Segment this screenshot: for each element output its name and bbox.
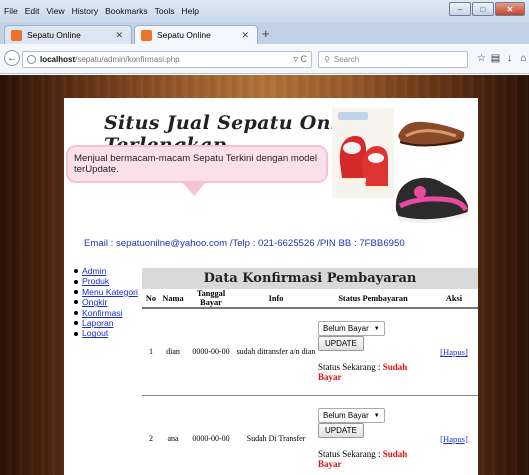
cell-tanggal: 0000-00-00 (186, 308, 236, 396)
column-header-tanggal: Tanggal Bayar (186, 289, 236, 309)
delete-link[interactable]: [Hapus] (440, 347, 468, 357)
cell-nama: dian (160, 308, 186, 396)
tab-sepatu-online-1[interactable]: Sepatu Online ✕ (4, 25, 132, 44)
table-row: 2 ana 0000-00-00 Sudah Di Transfer Belum… (142, 395, 478, 475)
update-button[interactable]: UPDATE (318, 336, 364, 352)
sidebar-item-menu-kategori[interactable]: Menu Kategori (74, 287, 138, 297)
page-container: Situs Jual Sepatu Online Terlengkap Menj… (64, 98, 478, 475)
window-controls: – □ ✕ (448, 2, 525, 16)
toolbar-icons: ☆ ▤ ↓ ⌂ ◉ ≡ (475, 53, 529, 64)
confirmation-table: No Nama Tanggal Bayar Info Status Pembay… (142, 289, 478, 475)
back-arrow-icon[interactable]: ← (4, 50, 20, 66)
sidebar-item-konfirmasi[interactable]: Konfirmasi (74, 308, 138, 318)
search-icon: ⚲ (324, 55, 330, 64)
sidebar-link[interactable]: Ongkir (82, 297, 107, 307)
sidebar-item-ongkir[interactable]: Ongkir (74, 297, 138, 307)
delete-link[interactable]: [Hapus] (440, 434, 468, 444)
tagline-banner: Menjual bermacam-macam Sepatu Terkini de… (66, 145, 328, 183)
cell-info: sudah ditransfer a/n dian (236, 308, 316, 396)
status-select[interactable]: Belum Bayar ▼ (318, 321, 385, 337)
pink-sneaker-image (395, 177, 469, 224)
sidebar-link[interactable]: Konfirmasi (82, 308, 123, 318)
menu-file[interactable]: File (4, 6, 18, 16)
maximize-button[interactable]: □ (472, 2, 494, 16)
minimize-button[interactable]: – (449, 2, 471, 16)
sidebar-link[interactable]: Menu Kategori (82, 287, 138, 297)
current-status: Status Sekarang : Sudah Bayar (316, 449, 430, 469)
navigation-bar: ← localhost /sepatu/admin/konfirmasi.php… (0, 44, 529, 74)
cell-no: 1 (142, 308, 160, 396)
menu-bookmarks[interactable]: Bookmarks (105, 6, 148, 16)
cell-nama: ana (160, 395, 186, 475)
url-path: /sepatu/admin/konfirmasi.php (75, 55, 180, 64)
download-icon[interactable]: ↓ (503, 53, 516, 64)
search-input[interactable]: ⚲ Search (318, 51, 468, 68)
menu-view[interactable]: View (46, 6, 64, 16)
status-select-value: Belum Bayar (323, 324, 369, 334)
menu-bar: File Edit View History Bookmarks Tools H… (0, 0, 529, 22)
tab-sepatu-online-2[interactable]: Sepatu Online ✕ (134, 25, 258, 44)
current-status-label: Status Sekarang : (318, 449, 381, 459)
tab-strip: Sepatu Online ✕ Sepatu Online ✕ + (0, 22, 529, 44)
close-window-button[interactable]: ✕ (495, 2, 525, 16)
sidebar-link[interactable]: Laporan (82, 318, 114, 328)
table-row: 1 dian 0000-00-00 sudah ditransfer a/n d… (142, 308, 478, 396)
cell-aksi: [Hapus] (430, 308, 478, 396)
sidebar-item-logout[interactable]: Logout (74, 328, 138, 338)
favicon-icon (141, 29, 152, 41)
cell-status: Belum Bayar ▼ UPDATE Status Sekarang : Sud… (316, 308, 430, 396)
status-select[interactable]: Belum Bayar ▼ (318, 408, 385, 423)
home-icon[interactable]: ⌂ (517, 53, 529, 64)
chevron-down-icon: ▼ (373, 325, 380, 332)
new-tab-icon[interactable]: + (262, 26, 270, 41)
sidebar-item-admin[interactable]: Admin (74, 266, 138, 276)
tab-label: Sepatu Online (27, 30, 81, 40)
close-tab-icon[interactable]: ✕ (241, 30, 249, 41)
column-header-nama: Nama (160, 289, 186, 309)
brown-flat-shoe-image (398, 121, 465, 147)
menu-edit[interactable]: Edit (25, 6, 40, 16)
url-bar[interactable]: localhost /sepatu/admin/konfirmasi.php ▿… (22, 51, 312, 68)
main-content: Data Konfirmasi Pembayaran No Nama Tangg… (142, 268, 478, 475)
tagline-text: Menjual bermacam-macam Sepatu Terkini de… (74, 153, 317, 175)
table-header-row: No Nama Tanggal Bayar Info Status Pembay… (142, 289, 478, 309)
sidebar-item-produk[interactable]: Produk (74, 276, 138, 286)
sidebar-link[interactable]: Logout (82, 328, 108, 338)
reload-icon[interactable]: ▿ C (293, 54, 307, 65)
bookmarks-list-icon[interactable]: ▤ (489, 53, 502, 64)
chevron-down-icon: ▼ (373, 412, 380, 419)
globe-icon (27, 55, 36, 64)
cell-status: Belum Bayar ▼ UPDATE Status Sekarang : Sud… (316, 395, 430, 475)
admin-sidebar: Admin Produk Menu Kategori Ongkir Konfir… (74, 266, 138, 339)
cell-info: Sudah Di Transfer (236, 395, 316, 475)
sidebar-link[interactable]: Produk (82, 276, 109, 286)
current-status-label: Status Sekarang : (318, 362, 381, 373)
close-tab-icon[interactable]: ✕ (115, 30, 123, 41)
favicon-icon (11, 29, 22, 41)
menu-tools[interactable]: Tools (155, 6, 175, 16)
red-shoes-image (332, 108, 394, 198)
url-host: localhost (40, 55, 76, 64)
current-status: Status Sekarang : Sudah Bayar (316, 362, 430, 382)
tagline-bubble-tail (182, 182, 206, 196)
sidebar-item-laporan[interactable]: Laporan (74, 318, 138, 328)
page-title: Data Konfirmasi Pembayaran (142, 268, 478, 289)
cell-aksi: [Hapus] (430, 395, 478, 475)
cell-tanggal: 0000-00-00 (186, 395, 236, 475)
column-header-info: Info (236, 289, 316, 309)
menu-help[interactable]: Help (181, 6, 198, 16)
tab-label: Sepatu Online (157, 30, 211, 40)
column-header-aksi: Aksi (430, 289, 478, 309)
menu-history[interactable]: History (72, 6, 98, 16)
status-select-value: Belum Bayar (323, 411, 369, 420)
bookmark-star-icon[interactable]: ☆ (475, 53, 488, 64)
column-header-no: No (142, 289, 160, 309)
cell-no: 2 (142, 395, 160, 475)
sidebar-link[interactable]: Admin (82, 266, 106, 276)
contact-info: Email : sepatuonilne@yahoo.com /Telp : 0… (84, 238, 405, 249)
update-button[interactable]: UPDATE (318, 423, 364, 438)
column-header-status: Status Pembayaran (316, 289, 430, 309)
search-placeholder: Search (333, 55, 360, 64)
